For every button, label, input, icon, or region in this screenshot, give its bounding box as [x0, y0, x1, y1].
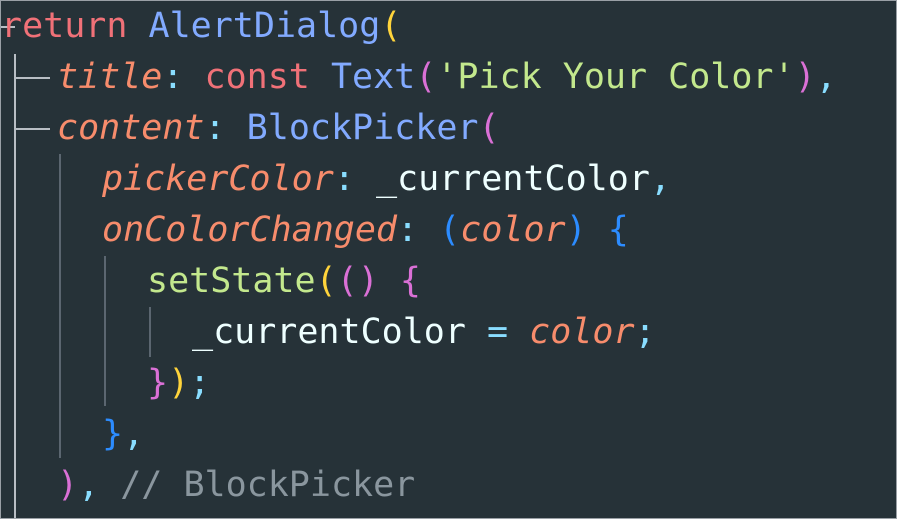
code-line[interactable]: title: const Text('Pick Your Color'),: [57, 52, 837, 103]
colon-token: :: [162, 57, 184, 97]
code-line[interactable]: return AlertDialog(: [1, 1, 401, 52]
colon-token: :: [204, 108, 226, 148]
identifier-token: _currentColor: [192, 312, 466, 352]
semicolon-token: ;: [189, 363, 211, 403]
paren-token: ): [565, 210, 587, 250]
indent-guide: [149, 307, 151, 357]
code-line[interactable]: },: [102, 409, 144, 460]
tree-branch: [14, 128, 50, 130]
paren-token: (: [380, 6, 402, 46]
brace-token: }: [102, 414, 124, 454]
class-token: AlertDialog: [148, 6, 381, 46]
property-token: title: [57, 57, 163, 97]
colon-token: :: [397, 210, 419, 250]
code-editor[interactable]: return AlertDialog( title: const Text('P…: [0, 0, 897, 519]
comma-token: ,: [123, 414, 145, 454]
brace-token: {: [607, 210, 629, 250]
paren-token: ): [794, 57, 816, 97]
comment-token: // BlockPicker: [120, 465, 416, 505]
parameter-token: color: [460, 210, 566, 250]
indent-guide: [59, 154, 61, 458]
paren-token: ): [57, 465, 79, 505]
comma-token: ,: [815, 57, 837, 97]
colon-token: :: [333, 159, 355, 199]
paren-token: (: [478, 108, 500, 148]
indent-guide: [14, 54, 16, 518]
comma-token: ,: [649, 159, 671, 199]
string-token: 'Pick Your Color': [436, 57, 795, 97]
indent-guide: [104, 256, 106, 406]
property-token: content: [57, 108, 205, 148]
brace-token: {: [399, 261, 421, 301]
property-token: onColorChanged: [102, 210, 398, 250]
paren-token: (: [336, 261, 358, 301]
code-line[interactable]: content: BlockPicker(: [57, 103, 500, 154]
identifier-token: _currentColor: [375, 159, 650, 199]
paren-token: ): [168, 363, 190, 403]
class-token: Text: [330, 57, 416, 97]
paren-token: ): [357, 261, 379, 301]
brace-token: }: [147, 363, 169, 403]
code-line[interactable]: ), // BlockPicker: [57, 460, 415, 511]
paren-token: (: [315, 261, 337, 301]
class-token: BlockPicker: [246, 108, 479, 148]
comma-token: ,: [78, 465, 100, 505]
parameter-token: color: [529, 312, 635, 352]
function-token: setState: [147, 261, 316, 301]
paren-token: (: [439, 210, 461, 250]
code-line[interactable]: setState(() {: [147, 256, 421, 307]
property-token: pickerColor: [102, 159, 334, 199]
code-line[interactable]: });: [147, 358, 210, 409]
operator-token: =: [487, 312, 509, 352]
code-line[interactable]: pickerColor: _currentColor,: [102, 154, 671, 205]
tree-branch: [14, 77, 50, 79]
code-line[interactable]: onColorChanged: (color) {: [102, 205, 629, 256]
keyword-token: const: [204, 57, 310, 97]
semicolon-token: ;: [634, 312, 656, 352]
code-line[interactable]: _currentColor = color;: [192, 307, 656, 358]
paren-token: (: [415, 57, 437, 97]
keyword-token: return: [1, 6, 128, 46]
